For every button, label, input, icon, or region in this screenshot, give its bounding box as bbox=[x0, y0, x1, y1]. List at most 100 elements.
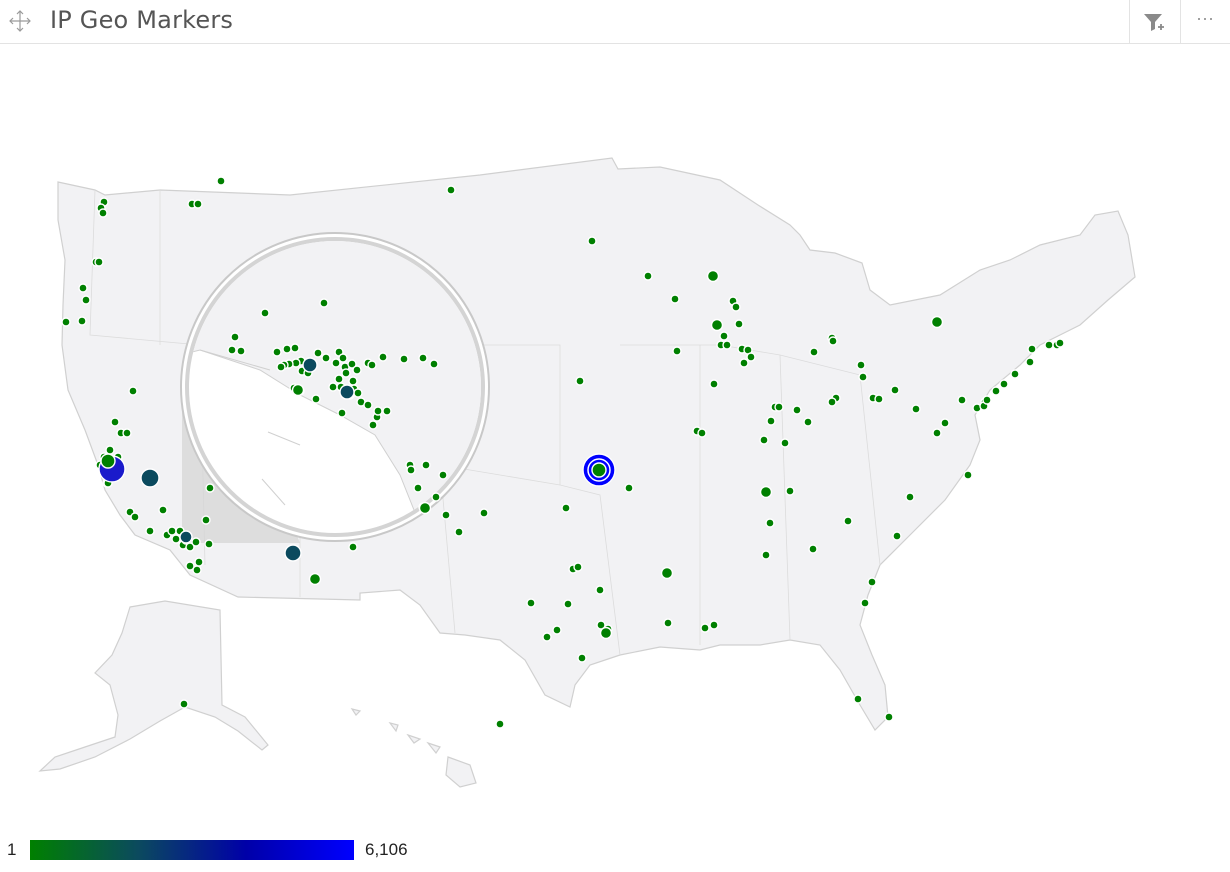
geo-marker-fresno[interactable] bbox=[140, 468, 160, 488]
geo-marker[interactable] bbox=[563, 599, 573, 609]
geo-marker[interactable] bbox=[145, 526, 155, 536]
geo-marker[interactable] bbox=[341, 368, 351, 378]
geo-marker[interactable] bbox=[672, 346, 682, 356]
geo-marker[interactable] bbox=[710, 318, 724, 332]
geo-marker[interactable] bbox=[587, 236, 597, 246]
geo-marker[interactable] bbox=[81, 295, 91, 305]
geo-marker[interactable] bbox=[643, 271, 653, 281]
geo-marker[interactable] bbox=[272, 347, 282, 357]
geo-marker[interactable] bbox=[759, 435, 769, 445]
geo-marker[interactable] bbox=[1027, 344, 1037, 354]
geo-marker[interactable] bbox=[77, 316, 87, 326]
geo-marker[interactable] bbox=[167, 526, 177, 536]
geo-marker[interactable] bbox=[431, 492, 441, 502]
geo-marker[interactable] bbox=[321, 353, 331, 363]
geo-marker[interactable] bbox=[216, 176, 226, 186]
geo-marker[interactable] bbox=[367, 360, 377, 370]
geo-marker[interactable] bbox=[595, 585, 605, 595]
geo-marker[interactable] bbox=[526, 598, 536, 608]
geo-marker[interactable] bbox=[122, 428, 132, 438]
geo-marker[interactable] bbox=[991, 386, 1001, 396]
geo-marker[interactable] bbox=[429, 359, 439, 369]
add-filter-button[interactable] bbox=[1129, 0, 1179, 43]
geo-marker[interactable] bbox=[479, 508, 489, 518]
geo-marker[interactable] bbox=[319, 298, 329, 308]
geo-marker[interactable] bbox=[191, 537, 201, 547]
geo-marker[interactable] bbox=[130, 512, 140, 522]
geo-marker[interactable] bbox=[194, 557, 204, 567]
geo-marker[interactable] bbox=[201, 515, 211, 525]
geo-marker[interactable] bbox=[739, 358, 749, 368]
geo-marker[interactable] bbox=[765, 518, 775, 528]
geo-marker[interactable] bbox=[373, 406, 383, 416]
geo-marker[interactable] bbox=[932, 428, 942, 438]
geo-marker[interactable] bbox=[803, 417, 813, 427]
geo-marker[interactable] bbox=[205, 483, 215, 493]
geo-marker[interactable] bbox=[338, 353, 348, 363]
geo-marker[interactable] bbox=[774, 402, 784, 412]
geo-marker[interactable] bbox=[1010, 369, 1020, 379]
geo-marker[interactable] bbox=[441, 510, 451, 520]
geo-marker[interactable] bbox=[746, 352, 756, 362]
geo-marker[interactable] bbox=[348, 542, 358, 552]
geo-marker[interactable] bbox=[963, 470, 973, 480]
geo-marker[interactable] bbox=[827, 397, 837, 407]
geo-marker[interactable] bbox=[809, 347, 819, 357]
geo-marker[interactable] bbox=[179, 699, 189, 709]
geo-marker[interactable] bbox=[856, 360, 866, 370]
geo-marker[interactable] bbox=[230, 332, 240, 342]
geo-marker[interactable] bbox=[236, 346, 246, 356]
geo-marker[interactable] bbox=[418, 353, 428, 363]
geo-marker[interactable] bbox=[573, 562, 583, 572]
geo-marker[interactable] bbox=[599, 626, 613, 640]
geo-marker[interactable] bbox=[808, 544, 818, 554]
geo-marker[interactable] bbox=[171, 534, 181, 544]
geo-marker[interactable] bbox=[780, 438, 790, 448]
geo-marker[interactable] bbox=[759, 485, 773, 499]
geo-marker[interactable] bbox=[663, 618, 673, 628]
geo-marker[interactable] bbox=[495, 719, 505, 729]
geo-marker[interactable] bbox=[575, 376, 585, 386]
geo-marker[interactable] bbox=[957, 395, 967, 405]
geo-marker-max-core[interactable] bbox=[591, 462, 607, 478]
geo-marker[interactable] bbox=[700, 623, 710, 633]
geo-marker[interactable] bbox=[1044, 340, 1054, 350]
geo-marker[interactable] bbox=[98, 208, 108, 218]
geo-marker[interactable] bbox=[331, 358, 341, 368]
geo-marker[interactable] bbox=[61, 317, 71, 327]
geo-marker[interactable] bbox=[227, 345, 237, 355]
geo-marker[interactable] bbox=[982, 395, 992, 405]
geo-marker[interactable] bbox=[421, 460, 431, 470]
geo-marker[interactable] bbox=[940, 418, 950, 428]
geo-marker[interactable] bbox=[282, 344, 292, 354]
geo-marker[interactable] bbox=[719, 331, 729, 341]
geo-marker[interactable] bbox=[382, 406, 392, 416]
geo-marker[interactable] bbox=[709, 620, 719, 630]
geo-marker[interactable] bbox=[1025, 357, 1035, 367]
geo-marker[interactable] bbox=[105, 445, 115, 455]
geo-marker[interactable] bbox=[766, 416, 776, 426]
geo-marker[interactable] bbox=[179, 530, 193, 544]
geo-marker[interactable] bbox=[860, 598, 870, 608]
geo-marker[interactable] bbox=[709, 379, 719, 389]
geo-marker[interactable] bbox=[368, 420, 378, 430]
geo-marker[interactable] bbox=[843, 516, 853, 526]
geo-marker[interactable] bbox=[792, 405, 802, 415]
geo-marker[interactable] bbox=[311, 394, 321, 404]
geo-marker[interactable] bbox=[406, 465, 416, 475]
geo-marker[interactable] bbox=[193, 199, 203, 209]
geo-marker[interactable] bbox=[110, 417, 120, 427]
geo-marker[interactable] bbox=[853, 694, 863, 704]
geo-marker[interactable] bbox=[413, 483, 423, 493]
geo-marker[interactable] bbox=[734, 319, 744, 329]
geo-marker[interactable] bbox=[78, 283, 88, 293]
geo-marker[interactable] bbox=[1055, 338, 1065, 348]
geo-marker[interactable] bbox=[828, 336, 838, 346]
geo-marker[interactable] bbox=[94, 257, 104, 267]
geo-marker[interactable] bbox=[399, 354, 409, 364]
geo-marker[interactable] bbox=[884, 712, 894, 722]
geo-marker[interactable] bbox=[158, 505, 168, 515]
geo-marker[interactable] bbox=[192, 565, 202, 575]
geo-marker[interactable] bbox=[290, 343, 300, 353]
geo-marker[interactable] bbox=[577, 653, 587, 663]
